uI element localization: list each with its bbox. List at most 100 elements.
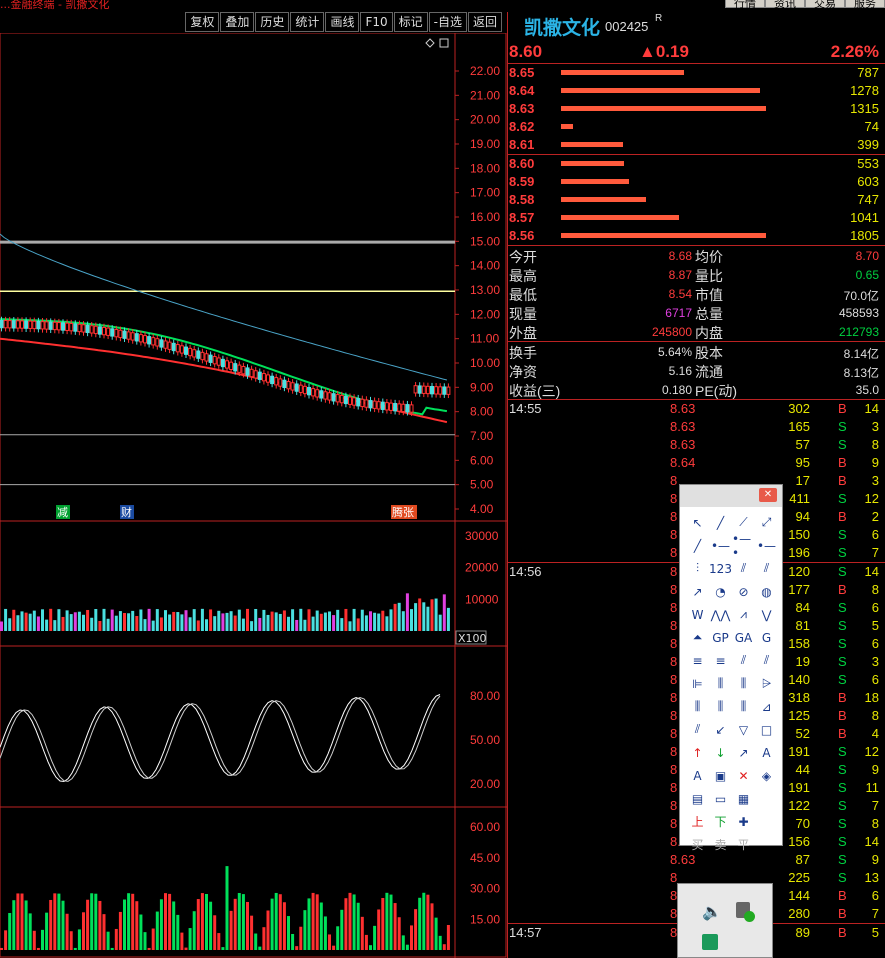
- speaker-icon[interactable]: 🔈: [702, 902, 722, 921]
- draw-tool-icon[interactable]: ↗: [732, 741, 755, 764]
- draw-tool-icon[interactable]: ⫽: [686, 718, 709, 741]
- draw-tool-icon[interactable]: 平: [732, 833, 755, 856]
- draw-tool-icon[interactable]: ⤢: [755, 511, 778, 534]
- draw-tool-icon[interactable]: ⫼: [686, 695, 709, 718]
- kline-chart[interactable]: 22.00 21.00 20.00 19.00 18.00 17.00 16.00 15.00…: [0, 33, 507, 958]
- draw-tool-icon[interactable]: ≡: [709, 649, 732, 672]
- draw-tool-icon[interactable]: ⫽: [732, 649, 755, 672]
- menu-item-service[interactable]: 服务: [845, 0, 885, 10]
- draw-tool-icon[interactable]: ✚: [732, 810, 755, 833]
- draw-tool-icon[interactable]: ▭: [709, 787, 732, 810]
- tick-row[interactable]: 8.63 165 S 3: [508, 418, 885, 436]
- remove-watchlist-button[interactable]: -自选: [428, 12, 467, 32]
- bid-row[interactable]: 8.57 1041: [508, 209, 885, 227]
- draw-tool-icon[interactable]: •—: [709, 534, 732, 557]
- drawing-tools-palette[interactable]: ✕ ↖ ╱ ⟋ ⤢ ╱ •— •—• •— ⫶ 123 ⫽ ⫽ ↗ ◔ ⊘ ◍ W ⋀⋀ ⩘ ⋁ ⏶ GP GA G ≡ ≡ ⫽ ⫽ ⊫…: [679, 484, 783, 852]
- bid-row[interactable]: 8.59 603: [508, 173, 885, 191]
- bid-row[interactable]: 8.58 747: [508, 191, 885, 209]
- app-tray-icon[interactable]: [702, 934, 718, 950]
- draw-tool-icon[interactable]: 下: [709, 810, 732, 833]
- draw-tool-icon[interactable]: ⫶: [686, 557, 709, 580]
- draw-tool-icon[interactable]: A: [755, 741, 778, 764]
- draw-tool-icon[interactable]: ╱: [686, 534, 709, 557]
- overlay-button[interactable]: 叠加: [220, 12, 255, 32]
- draw-tool-icon[interactable]: ⫽: [732, 557, 755, 580]
- adjust-button[interactable]: 复权: [185, 12, 220, 32]
- ask-row[interactable]: 8.62 74: [508, 118, 885, 136]
- draw-tool-icon[interactable]: ↑: [686, 741, 709, 764]
- ask-row[interactable]: 8.61 399: [508, 136, 885, 154]
- draw-tool-icon[interactable]: ↗: [686, 580, 709, 603]
- draw-tool-icon[interactable]: G: [755, 626, 778, 649]
- draw-tool-icon[interactable]: ▤: [686, 787, 709, 810]
- menu-item-info[interactable]: 资讯: [765, 0, 805, 10]
- ask-row[interactable]: 8.64 1278: [508, 82, 885, 100]
- draw-tool-icon[interactable]: ⩥: [755, 672, 778, 695]
- volume-bar: [176, 612, 180, 631]
- draw-tool-icon[interactable]: ⋀⋀: [709, 603, 732, 626]
- draw-tool-icon[interactable]: ╱: [709, 511, 732, 534]
- draw-tool-icon[interactable]: ◔: [709, 580, 732, 603]
- history-button[interactable]: 历史: [255, 12, 290, 32]
- tick-row[interactable]: 8.64 95 B 9: [508, 454, 885, 472]
- draw-tool-icon[interactable]: A: [686, 764, 709, 787]
- draw-tool-icon[interactable]: ⩘: [732, 603, 755, 626]
- draw-tool-icon[interactable]: ▦: [732, 787, 755, 810]
- draw-tool-icon[interactable]: □: [755, 718, 778, 741]
- candle-body: [159, 339, 164, 348]
- palette-titlebar[interactable]: ✕: [680, 485, 782, 507]
- draw-tool-icon[interactable]: •—: [755, 534, 778, 557]
- draw-tool-icon[interactable]: GA: [732, 626, 755, 649]
- close-icon[interactable]: ✕: [759, 488, 777, 502]
- f10-button[interactable]: F10: [360, 12, 393, 32]
- draw-tool-icon[interactable]: ↙: [709, 718, 732, 741]
- draw-tool-icon[interactable]: ↖: [686, 511, 709, 534]
- draw-tool-icon[interactable]: ◈: [755, 764, 778, 787]
- menu-item-trade[interactable]: 交易: [805, 0, 845, 10]
- draw-tool-icon[interactable]: ⊫: [686, 672, 709, 695]
- draw-tool-icon[interactable]: ⫼: [732, 672, 755, 695]
- draw-tool-icon[interactable]: ⏶: [686, 626, 709, 649]
- draw-tool-icon[interactable]: W: [686, 603, 709, 626]
- last-price: 8.60: [509, 42, 543, 61]
- draw-line-button[interactable]: 画线: [325, 12, 360, 32]
- draw-tool-icon[interactable]: •—•: [732, 532, 755, 560]
- draw-tool-icon[interactable]: 123: [709, 557, 732, 580]
- draw-tool-icon[interactable]: ⫼: [709, 695, 732, 718]
- draw-tool-icon[interactable]: ▽: [732, 718, 755, 741]
- draw-tool-icon[interactable]: ≡: [686, 649, 709, 672]
- statistics-button[interactable]: 统计: [290, 12, 325, 32]
- draw-tool-icon[interactable]: ↓: [709, 741, 732, 764]
- draw-tool-icon[interactable]: GP: [709, 626, 732, 649]
- draw-tool-icon[interactable]: ◍: [755, 580, 778, 603]
- draw-tool-icon[interactable]: 卖: [709, 833, 732, 856]
- draw-tool-icon[interactable]: [755, 833, 778, 856]
- bid-row[interactable]: 8.56 1805: [508, 227, 885, 245]
- draw-tool-icon[interactable]: 买: [686, 833, 709, 856]
- ask-row[interactable]: 8.63 1315: [508, 100, 885, 118]
- draw-tool-icon[interactable]: ▣: [709, 764, 732, 787]
- kline-chart-area[interactable]: 22.00 21.00 20.00 19.00 18.00 17.00 16.00 15.00…: [0, 33, 507, 958]
- indicator-bar: [192, 911, 196, 950]
- draw-tool-icon[interactable]: ✕: [732, 764, 755, 787]
- draw-tool-icon[interactable]: 上: [686, 810, 709, 833]
- draw-tool-icon[interactable]: [755, 810, 778, 833]
- tick-row[interactable]: 14:55 8.63 302 B 14: [508, 400, 885, 418]
- draw-tool-icon[interactable]: ⊘: [732, 580, 755, 603]
- bid-row[interactable]: 8.60 553: [508, 155, 885, 173]
- candle-body: [327, 392, 332, 401]
- volume-bar: [118, 611, 122, 631]
- draw-tool-icon[interactable]: ⊿: [755, 695, 778, 718]
- axis-tick-label: 4.00: [470, 502, 494, 516]
- tick-row[interactable]: 8.63 57 S 8: [508, 436, 885, 454]
- draw-tool-icon[interactable]: ⋁: [755, 603, 778, 626]
- ask-row[interactable]: 8.65 787: [508, 64, 885, 82]
- menu-item-quotes[interactable]: 行情: [725, 0, 765, 10]
- draw-tool-icon[interactable]: ⫼: [732, 695, 755, 718]
- draw-tool-icon[interactable]: ⫽: [755, 649, 778, 672]
- draw-tool-icon[interactable]: ⫼: [709, 672, 732, 695]
- draw-tool-icon[interactable]: ⫽: [755, 557, 778, 580]
- draw-tool-icon[interactable]: [755, 787, 778, 810]
- mark-button[interactable]: 标记: [393, 12, 428, 32]
- back-button[interactable]: 返回: [467, 12, 502, 32]
